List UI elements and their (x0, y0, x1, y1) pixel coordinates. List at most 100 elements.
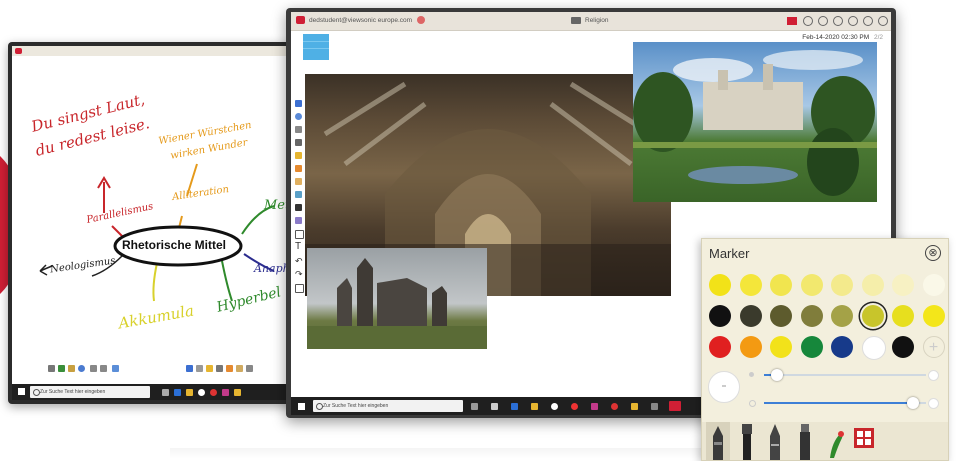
color-swatch[interactable] (922, 274, 945, 296)
app-icon[interactable] (551, 403, 558, 410)
camera-icon[interactable] (216, 365, 223, 372)
camera-icon[interactable] (295, 126, 302, 133)
store-icon[interactable] (222, 389, 229, 396)
grid-icon[interactable] (196, 365, 203, 372)
pencil-icon[interactable] (770, 424, 780, 460)
minimize-icon[interactable] (848, 16, 858, 26)
windows-start-icon[interactable] (298, 403, 305, 410)
globe-icon[interactable] (78, 365, 85, 372)
user-menu-icon[interactable] (417, 16, 425, 24)
help-icon[interactable] (818, 16, 828, 26)
color-swatch[interactable] (770, 274, 792, 296)
folder-icon[interactable] (295, 152, 302, 159)
pen-icon[interactable] (236, 365, 243, 372)
color-swatch[interactable] (861, 336, 886, 360)
opacity-slider-track[interactable] (764, 397, 926, 409)
photo-castle[interactable] (633, 42, 877, 202)
chrome-icon[interactable] (571, 403, 578, 410)
color-swatch[interactable] (770, 336, 792, 358)
settings-icon[interactable] (833, 16, 843, 26)
page-icon[interactable] (295, 284, 304, 293)
folder-icon[interactable] (787, 17, 797, 25)
explorer-icon[interactable] (186, 389, 193, 396)
windows-icon[interactable] (295, 100, 302, 107)
parrot-icon[interactable] (830, 431, 844, 458)
color-swatch[interactable] (892, 274, 914, 296)
color-swatch[interactable] (709, 274, 731, 296)
forward-icon[interactable] (100, 365, 107, 372)
color-swatch[interactable] (831, 274, 853, 296)
color-swatch[interactable] (709, 336, 731, 358)
text-icon[interactable]: T (295, 241, 301, 252)
cortana-icon (316, 403, 323, 410)
left-taskbar-search[interactable]: Zur Suche Text hier eingeben (30, 386, 150, 398)
sticky-note[interactable] (303, 34, 329, 60)
maximize-icon[interactable] (863, 16, 873, 26)
globe-icon[interactable] (295, 113, 302, 120)
windows-start-icon[interactable] (18, 388, 25, 395)
brush-pen-icon[interactable] (742, 424, 752, 460)
settings-icon[interactable] (651, 403, 658, 410)
color-swatch[interactable] (800, 305, 823, 327)
screen-icon[interactable] (112, 365, 119, 372)
mail-icon[interactable] (234, 389, 241, 396)
image-icon[interactable] (58, 365, 65, 372)
opacity-slider-knob[interactable] (907, 397, 920, 409)
color-swatch[interactable] (861, 274, 884, 296)
app-icon[interactable] (198, 389, 205, 396)
main-taskbar-search[interactable]: Zur Suche Text hier eingeben (313, 400, 463, 412)
image-icon[interactable] (295, 178, 302, 185)
taskview-icon[interactable] (162, 389, 169, 396)
color-swatch[interactable] (709, 305, 731, 327)
explorer-icon[interactable] (531, 403, 538, 410)
settings-icon[interactable] (246, 365, 253, 372)
back-icon[interactable] (90, 365, 97, 372)
color-swatch[interactable] (800, 274, 823, 296)
color-swatch[interactable] (739, 274, 762, 296)
close-icon[interactable]: ⊗ (925, 245, 941, 261)
stamp-icon[interactable] (295, 191, 302, 198)
note-icon[interactable] (206, 365, 213, 372)
mic-icon[interactable] (471, 403, 478, 410)
marker-pen-icon[interactable] (713, 426, 723, 460)
color-swatch[interactable] (739, 305, 762, 327)
opera-icon[interactable] (611, 403, 618, 410)
left-right-toolbar (186, 364, 286, 374)
undo-icon[interactable]: ↶ (295, 256, 303, 267)
size-slider-track[interactable] (764, 369, 926, 381)
windows-tile-icon[interactable] (186, 365, 193, 372)
hand-icon[interactable] (295, 165, 302, 172)
mail-icon[interactable] (631, 403, 638, 410)
move-icon[interactable] (48, 365, 55, 372)
eraser-icon[interactable] (295, 217, 302, 224)
color-swatch[interactable] (800, 336, 823, 358)
redo-icon[interactable]: ↷ (295, 269, 303, 280)
color-swatch[interactable] (861, 305, 884, 327)
pen-icon[interactable] (295, 204, 302, 211)
taskview-icon[interactable] (491, 403, 498, 410)
size-slider-knob[interactable] (770, 369, 783, 381)
color-swatch[interactable] (892, 336, 914, 358)
color-swatch[interactable] (831, 305, 853, 327)
pattern-icon[interactable] (854, 428, 874, 448)
folder-icon[interactable] (68, 365, 75, 372)
fountain-pen-icon[interactable] (800, 424, 810, 460)
close-icon[interactable] (878, 16, 888, 26)
color-swatch[interactable] (892, 305, 914, 327)
add-color-button[interactable]: + (922, 336, 945, 358)
color-swatch[interactable] (739, 336, 762, 358)
hand-icon[interactable] (226, 365, 233, 372)
move-icon[interactable] (295, 139, 302, 146)
opacity-min-dot (749, 400, 756, 407)
edge-icon[interactable] (511, 403, 518, 410)
store-icon[interactable] (591, 403, 598, 410)
color-swatch[interactable] (922, 305, 945, 327)
bell-icon[interactable] (803, 16, 813, 26)
photo-abbey-ruins[interactable] (307, 248, 487, 349)
color-swatch[interactable] (831, 336, 853, 358)
color-swatch[interactable] (770, 305, 792, 327)
whiteboard-app-icon[interactable] (669, 401, 681, 411)
edge-icon[interactable] (174, 389, 181, 396)
shape-icon[interactable] (295, 230, 304, 239)
chrome-icon[interactable] (210, 389, 217, 396)
